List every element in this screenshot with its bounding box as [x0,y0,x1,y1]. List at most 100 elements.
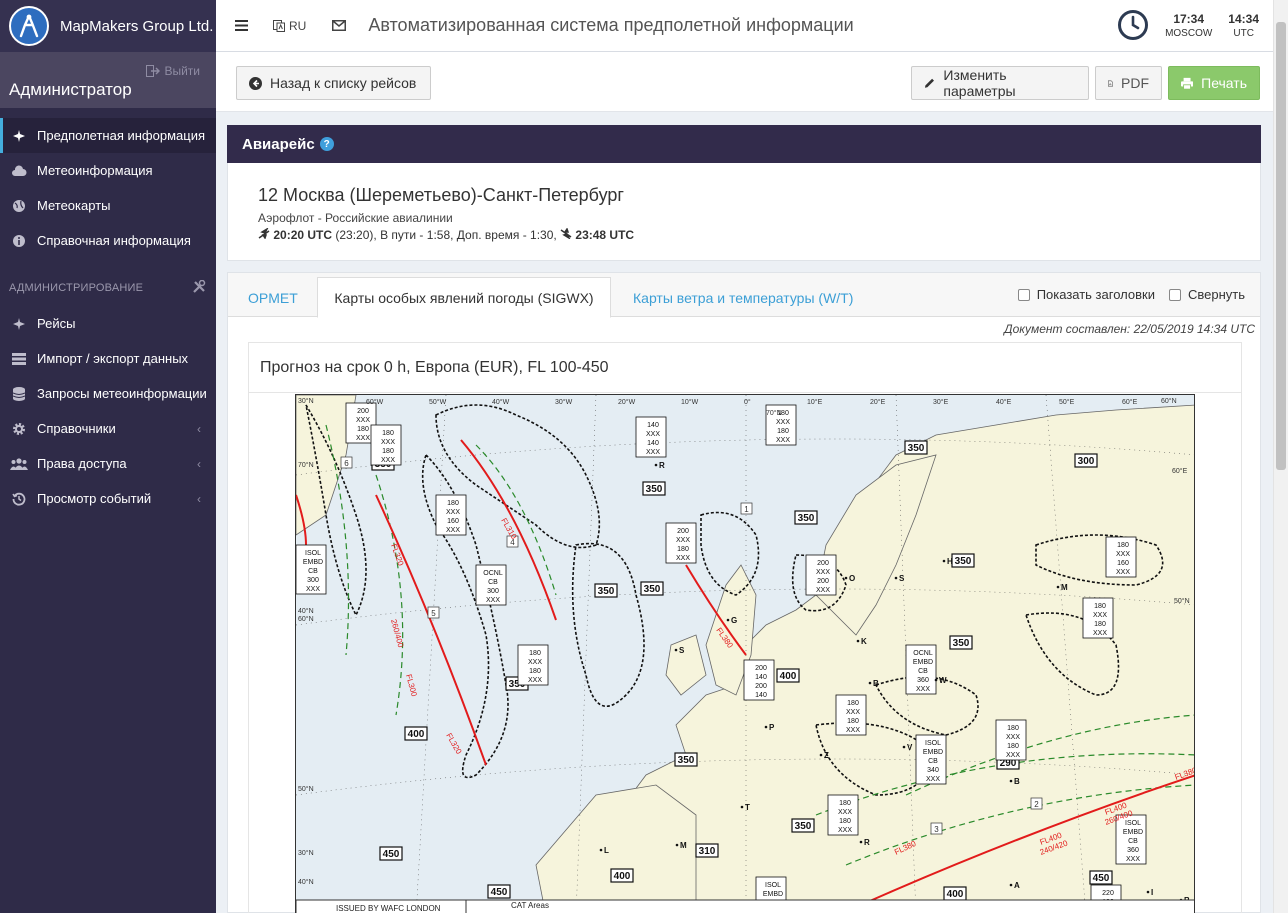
tab-wind-temp[interactable]: Карты ветра и температуры (W/T) [617,277,869,318]
cloud-label-line: 180 [1007,725,1019,732]
cloud-label-line: 180 [839,818,851,825]
pdf-button[interactable]: PDF [1095,66,1162,100]
cloud-label-line: XXX [1093,630,1107,637]
cloud-label-line: XXX [1126,856,1140,863]
globe-icon [10,199,28,213]
cat-number-label: 2 [1034,800,1039,809]
menu-item-reference[interactable]: Справочная информация [0,223,216,258]
menu-item-preflight[interactable]: Предполетная информация [0,118,216,153]
flight-title: 12 Москва (Шереметьево)-Санкт-Петербург [258,185,624,205]
brand[interactable]: MapMakers Group Ltd. [0,0,216,52]
departure-time: 20:20 UTC [273,228,333,242]
edit-params-label: Изменить параметры [943,67,1016,99]
cloud-label-line: XXX [838,827,852,834]
print-button[interactable]: Печать [1168,66,1260,100]
tropopause-box: 350 [642,481,666,496]
latitude-label-extra: 40°N [298,607,314,615]
tropopause-box: 450 [1089,870,1113,885]
checkbox-box[interactable] [1168,288,1181,301]
city-label: K [861,637,867,646]
cloud-label-line: 180 [1094,603,1106,610]
cloud-label-line: 180 [382,448,394,455]
longitude-label: 60°W [366,398,384,406]
menu-item-meteo[interactable]: Метеоинформация [0,153,216,188]
utc-time: 14:34 [1228,11,1259,26]
collapse-checkbox[interactable]: Свернуть [1168,287,1245,302]
tropopause-value: 400 [780,671,797,682]
cloud-label-line: XXX [916,686,930,693]
latitude-label-extra: 70°N [766,409,782,417]
longitude-label: 20°E [870,398,886,406]
hamburger-icon[interactable] [235,20,248,31]
cloud-label-line: 300 [487,588,499,595]
cloud-label: 200 XXX 180 XXX [665,522,697,564]
back-button[interactable]: Назад к списку рейсов [236,66,431,100]
cat-number-label: 6 [344,459,349,468]
language-icon [273,19,285,32]
menu-item-flights[interactable]: Рейсы [0,306,216,341]
cloud-label-line: XXX [1006,734,1020,741]
cloud-label-line: XXX [838,809,852,816]
tab-sigwx[interactable]: Карты особых явлений погоды (SIGWX) [317,277,611,318]
map-footer: ISSUED BY WAFC LONDON CAT Areas [296,899,1194,913]
city-label: V [907,743,913,752]
city-label: R [659,461,665,470]
menu-item-events[interactable]: Просмотр событий ‹ [0,481,216,516]
tools-icon [192,279,206,297]
menu-item-import-export[interactable]: Импорт / экспорт данных [0,341,216,376]
map-footer-left: ISSUED BY WAFC LONDON [336,904,441,913]
menu-item-label: Метеокарты [37,198,111,213]
flight-times: 20:20 UTC (23:20), В пути - 1:58, Доп. в… [258,227,1260,242]
history-icon [10,492,28,506]
cloud-label-line: XXX [486,597,500,604]
menu-item-meteomaps[interactable]: Метеокарты [0,188,216,223]
cloud-label: OCNL EMBD CB 360 XXX [905,644,937,695]
admin-header-label: АДМИНИСТРИРОВАНИЕ [9,282,144,294]
page-scrollbar[interactable] [1273,0,1288,913]
question-icon[interactable]: ? [319,137,334,151]
cloud-label-line: 160 [447,518,459,525]
menu-item-meteo-requests[interactable]: Запросы метеоинформации [0,376,216,411]
cloud-label-line: XXX [1116,551,1130,558]
city-label: Z [824,751,829,760]
cloud-label-line: ISOL [305,550,321,557]
print-icon [1181,77,1194,90]
longitude-label: 10°W [681,398,699,406]
edit-params-button[interactable]: Изменить параметры [911,66,1089,100]
latitude-label-extra: 60°N [1161,397,1177,405]
cloud-label-line: XXX [926,776,940,783]
envelope-icon[interactable] [332,20,347,31]
tab-label: Карты особых явлений погоды (SIGWX) [334,289,594,306]
back-button-label: Назад к списку рейсов [270,75,417,91]
cloud-label-line: XXX [816,569,830,576]
sigwx-map[interactable]: 123456 350350350300350350350350350350400… [295,394,1195,913]
cloud-label: 180 XXX 180 XXX [995,719,1027,761]
cloud-label-line: 140 [647,440,659,447]
cloud-label-line: XXX [528,677,542,684]
cloud-label: ISOL EMBD CB 360 XXX [1115,814,1147,865]
tropopause-box: 350 [904,440,928,455]
scroll-thumb[interactable] [1276,22,1286,470]
jet-label: FL320 [389,543,405,568]
tropopause-value: 350 [955,556,972,567]
menu-item-dictionaries[interactable]: Справочники ‹ [0,411,216,446]
longitude-label: 20°W [618,398,636,406]
menu-item-access-rights[interactable]: Права доступа ‹ [0,446,216,481]
checkbox-box[interactable] [1017,288,1030,301]
cloud-label-line: 200 [755,665,767,672]
action-toolbar: Назад к списку рейсов Изменить параметры… [216,52,1273,112]
tropopause-value: 350 [795,821,812,832]
cloud-label-line: 340 [927,767,939,774]
tab-opmet[interactable]: OPMET [232,277,314,318]
tab-label: Карты ветра и температуры (W/T) [633,289,854,306]
latitude-label-extra: 60°E [1172,467,1188,475]
logout-link[interactable]: Выйти [146,64,200,78]
tropopause-value: 350 [644,584,661,595]
show-headers-checkbox[interactable]: Показать заголовки [1017,287,1155,302]
language-switch[interactable]: RU [273,19,306,33]
collapse-label: Свернуть [1187,287,1245,302]
print-label: Печать [1201,75,1247,91]
document-date: Документ составлен: 22/05/2019 14:34 UTC [1004,322,1255,336]
city-label: T [745,803,750,812]
pencil-icon [924,78,934,88]
